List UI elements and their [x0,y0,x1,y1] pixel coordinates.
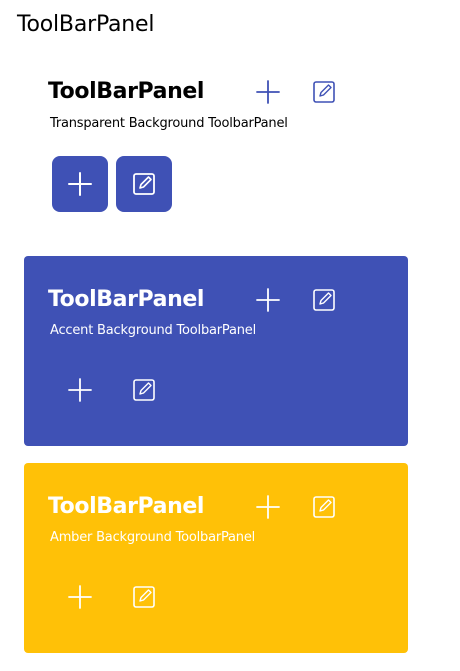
panel-title: ToolBarPanel [48,494,205,519]
edit-square-button[interactable] [116,156,172,212]
add-button[interactable] [64,374,96,406]
edit-button[interactable] [308,284,340,316]
edit-icon [133,173,155,195]
add-button[interactable] [252,491,284,523]
add-button[interactable] [252,284,284,316]
edit-button[interactable] [128,581,160,613]
panel-subtitle: Amber Background ToolbarPanel [50,530,256,545]
accent-toolbar-panel: ToolBarPanel Accent Background ToolbarPa… [24,256,408,446]
panel-title: ToolBarPanel [48,79,205,104]
transparent-toolbar-panel: ToolBarPanel Transparent Background Tool… [24,62,408,232]
edit-button[interactable] [308,491,340,523]
panel-subtitle: Accent Background ToolbarPanel [50,323,256,338]
plus-icon [68,172,92,196]
panel-subtitle: Transparent Background ToolbarPanel [50,116,288,131]
plus-icon [256,288,280,312]
add-square-button[interactable] [52,156,108,212]
edit-icon [133,586,155,608]
page-title: ToolBarPanel [17,12,155,37]
add-button[interactable] [252,76,284,108]
add-button[interactable] [64,581,96,613]
plus-icon [68,585,92,609]
edit-button[interactable] [128,374,160,406]
amber-toolbar-panel: ToolBarPanel Amber Background ToolbarPan… [24,463,408,653]
edit-icon [313,289,335,311]
panel-title: ToolBarPanel [48,287,205,312]
edit-button[interactable] [308,76,340,108]
edit-icon [133,379,155,401]
plus-icon [68,378,92,402]
edit-icon [313,81,335,103]
edit-icon [313,496,335,518]
plus-icon [256,495,280,519]
plus-icon [256,80,280,104]
